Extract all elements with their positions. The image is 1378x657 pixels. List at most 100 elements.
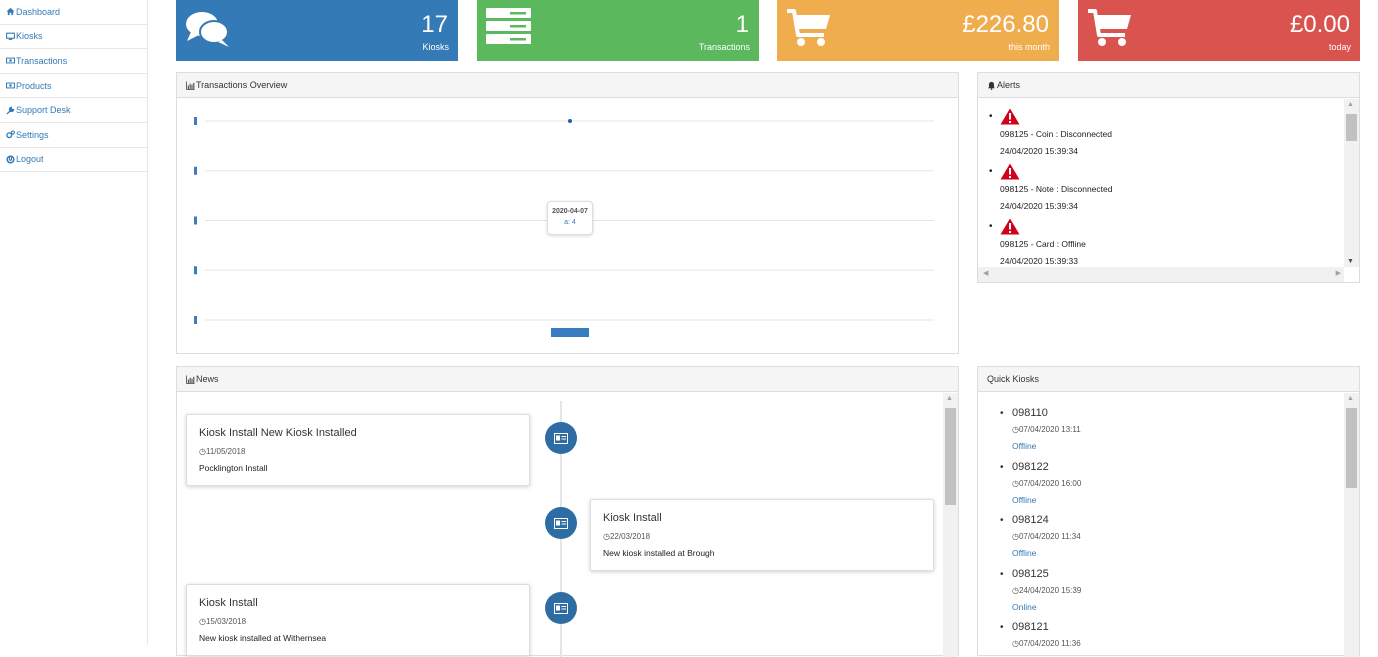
power-icon [5, 155, 15, 164]
money-icon [5, 56, 15, 65]
alerts-vertical-scrollbar[interactable]: ▲ ▼ [1344, 99, 1359, 267]
kiosk-status[interactable]: Offline [1012, 441, 1081, 451]
id-card-icon [554, 432, 568, 444]
stat-label: today [1328, 42, 1351, 52]
news-item[interactable]: Kiosk Install ◷15/03/2018 New kiosk inst… [186, 584, 530, 656]
kiosk-id: 098124 [1012, 514, 1049, 526]
id-card-icon [554, 517, 568, 529]
sidebar-item-logout[interactable]: Logout [0, 148, 147, 173]
y-tick-label [194, 216, 197, 225]
sidebar-item-products[interactable]: Products [0, 74, 147, 99]
alerts-panel: Alerts • 098125 - Coin : Disconnected 24… [977, 72, 1360, 283]
cart-icon [1087, 8, 1133, 53]
y-tick-label [194, 266, 197, 275]
scroll-up-arrow-icon[interactable]: ▲ [1347, 101, 1354, 108]
timeline-marker [545, 422, 577, 454]
kiosk-status[interactable]: Offline [1012, 548, 1081, 558]
server-icon [486, 8, 532, 51]
stat-label: Kiosks [422, 42, 449, 52]
alert-time: 24/04/2020 15:39:34 [1000, 201, 1078, 211]
transactions-overview-panel: Transactions Overview 2020-04-07 a: 4 [176, 72, 959, 354]
timeline-marker [545, 507, 577, 539]
sidebar-item-kiosks[interactable]: Kiosks [0, 25, 147, 50]
quick-kiosks-panel: Quick Kiosks • 098110 ◷07/04/2020 13:11 … [977, 366, 1360, 657]
scrollbar-thumb[interactable] [1346, 114, 1357, 141]
sidebar: Dashboard Kiosks Transactions Products S… [0, 0, 148, 645]
chart-data-point[interactable] [568, 119, 572, 123]
desktop-icon [5, 32, 15, 41]
panel-header: News [177, 367, 958, 392]
news-panel: News Kiosk Install New Kiosk Installed ◷… [176, 366, 959, 657]
clock-icon: ◷ [1012, 586, 1019, 595]
stat-card-this-month[interactable]: £226.80 this month [777, 0, 1059, 61]
alert-item: • 098125 - Card : Offline 24/04/2020 15:… [989, 218, 1086, 266]
news-date: ◷15/03/2018 [199, 617, 247, 626]
wrench-icon [5, 106, 15, 115]
news-item[interactable]: Kiosk Install ◷22/03/2018 New kiosk inst… [590, 499, 934, 571]
scroll-up-arrow-icon[interactable]: ▲ [946, 395, 953, 402]
clock-icon: ◷ [1012, 479, 1019, 488]
tooltip-value: a: 4 [564, 219, 576, 226]
stat-card-today[interactable]: £0.00 today [1078, 0, 1360, 61]
stat-value: 17 [421, 11, 448, 38]
alerts-horizontal-scrollbar[interactable]: ◀ ▶ [978, 267, 1344, 282]
sidebar-item-dashboard[interactable]: Dashboard [0, 0, 147, 25]
kiosk-status[interactable]: Online [1012, 602, 1081, 612]
panel-header: Transactions Overview [177, 73, 958, 98]
kiosk-item[interactable]: • 098124 ◷07/04/2020 11:34 Offline [1000, 514, 1081, 558]
news-title: Kiosk Install [199, 597, 258, 609]
kiosk-item[interactable]: • 098110 ◷07/04/2020 13:11 Offline [1000, 407, 1081, 451]
stat-value: £0.00 [1289, 11, 1350, 38]
alerts-list[interactable]: • 098125 - Coin : Disconnected 24/04/202… [978, 99, 1344, 267]
stat-value: £226.80 [962, 11, 1049, 38]
kiosk-item[interactable]: • 098125 ◷24/04/2020 15:39 Online [1000, 568, 1081, 612]
scrollbar-thumb[interactable] [1346, 408, 1357, 488]
alert-time: 24/04/2020 15:39:33 [1000, 256, 1078, 266]
alert-item: • 098125 - Coin : Disconnected 24/04/202… [989, 108, 1112, 156]
kiosk-id: 098121 [1012, 621, 1049, 633]
bar-chart-icon [186, 80, 195, 90]
kiosk-last-seen: ◷07/04/2020 11:34 [1012, 532, 1081, 541]
alert-message: 098125 - Card : Offline [1000, 239, 1086, 249]
alert-message: 098125 - Coin : Disconnected [1000, 129, 1112, 139]
news-item[interactable]: Kiosk Install New Kiosk Installed ◷11/05… [186, 414, 530, 486]
news-title: Kiosk Install New Kiosk Installed [199, 427, 357, 439]
money-icon [5, 81, 15, 90]
panel-title: News [196, 374, 219, 384]
sidebar-item-label: Dashboard [16, 6, 61, 17]
scroll-left-arrow-icon[interactable]: ◀ [983, 269, 988, 277]
news-date: ◷11/05/2018 [199, 447, 246, 456]
scroll-right-arrow-icon[interactable]: ▶ [1336, 269, 1341, 277]
quick-kiosks-list[interactable]: • 098110 ◷07/04/2020 13:11 Offline • 098… [978, 393, 1344, 657]
sidebar-item-support-desk[interactable]: Support Desk [0, 98, 147, 123]
stat-card-transactions[interactable]: 1 Transactions [477, 0, 759, 61]
clock-icon: ◷ [199, 617, 206, 626]
scroll-down-arrow-icon[interactable]: ▼ [1347, 258, 1354, 265]
stat-value: 1 [735, 11, 749, 38]
panel-title: Quick Kiosks [987, 374, 1040, 384]
kiosk-status[interactable]: Offline [1012, 495, 1081, 505]
kiosk-item[interactable]: • 098122 ◷07/04/2020 16:00 Offline [1000, 461, 1081, 505]
panel-header: Alerts [978, 73, 1359, 98]
news-body: Pocklington Install [199, 463, 268, 473]
sidebar-item-settings[interactable]: Settings [0, 123, 147, 148]
gears-icon [5, 130, 15, 139]
sidebar-item-transactions[interactable]: Transactions [0, 49, 147, 74]
news-title: Kiosk Install [603, 512, 662, 524]
quick-kiosks-vertical-scrollbar[interactable]: ▲ [1344, 393, 1359, 657]
scroll-up-arrow-icon[interactable]: ▲ [1347, 395, 1354, 402]
scrollbar-thumb[interactable] [945, 408, 956, 505]
sidebar-item-label: Settings [16, 129, 49, 140]
stat-card-kiosks[interactable]: 17 Kiosks [176, 0, 458, 61]
kiosk-last-seen: ◷07/04/2020 11:36 [1012, 639, 1081, 648]
news-timeline[interactable]: Kiosk Install New Kiosk Installed ◷11/05… [177, 393, 943, 657]
warning-icon [1000, 218, 1020, 235]
x-tick-label [551, 328, 589, 337]
clock-icon: ◷ [1012, 425, 1019, 434]
clock-icon: ◷ [1012, 639, 1019, 648]
alert-time: 24/04/2020 15:39:34 [1000, 146, 1078, 156]
kiosk-item[interactable]: • 098121 ◷07/04/2020 11:36 [1000, 621, 1081, 648]
warning-icon [1000, 163, 1020, 180]
news-vertical-scrollbar[interactable]: ▲ [943, 393, 958, 657]
sidebar-item-label: Support Desk [16, 105, 71, 116]
